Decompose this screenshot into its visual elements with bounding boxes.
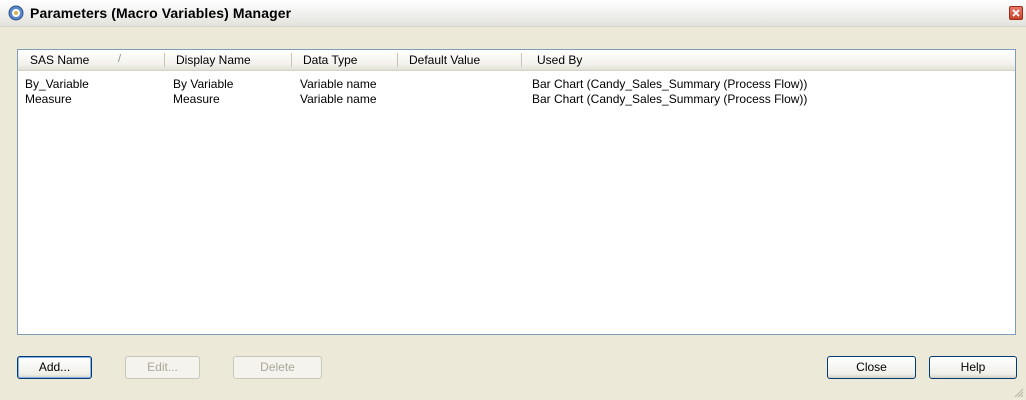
- cell-used-by: Bar Chart (Candy_Sales_Summary (Process …: [532, 77, 808, 91]
- column-header-used-by[interactable]: Used By: [537, 50, 582, 70]
- column-label-default-value: Default Value: [409, 53, 481, 67]
- column-label-data-type: Data Type: [303, 53, 358, 67]
- parameters-app-icon: [8, 5, 24, 21]
- close-button[interactable]: Close: [827, 356, 916, 379]
- column-header-display-name[interactable]: Display Name: [176, 50, 251, 70]
- add-button[interactable]: Add...: [17, 356, 92, 379]
- cell-data-type: Variable name: [300, 77, 377, 91]
- column-label-used-by: Used By: [537, 53, 583, 67]
- column-label-display-name: Display Name: [176, 53, 251, 67]
- cell-used-by: Bar Chart (Candy_Sales_Summary (Process …: [532, 92, 808, 106]
- help-button[interactable]: Help: [929, 356, 1017, 379]
- column-label-sas-name: SAS Name: [30, 53, 90, 67]
- column-header-sas-name[interactable]: SAS Name: [30, 50, 89, 70]
- cell-sas-name: By_Variable: [25, 77, 89, 91]
- column-divider[interactable]: [397, 53, 398, 67]
- resize-grip-icon[interactable]: [1012, 386, 1024, 398]
- sort-indicator-icon: /: [118, 53, 122, 65]
- column-header-data-type[interactable]: Data Type: [303, 50, 357, 70]
- column-divider[interactable]: [291, 53, 292, 67]
- column-header-default-value[interactable]: Default Value: [409, 50, 480, 70]
- cell-data-type: Variable name: [300, 92, 377, 106]
- delete-button[interactable]: Delete: [233, 356, 322, 379]
- table-row[interactable]: Measure Measure Variable name Bar Chart …: [18, 92, 1015, 107]
- close-window-icon[interactable]: [1009, 6, 1023, 20]
- column-divider[interactable]: [521, 53, 522, 67]
- window-title: Parameters (Macro Variables) Manager: [30, 5, 292, 21]
- cell-display-name: By Variable: [173, 77, 234, 91]
- edit-button[interactable]: Edit...: [125, 356, 200, 379]
- column-divider[interactable]: [164, 53, 165, 67]
- title-bar[interactable]: Parameters (Macro Variables) Manager: [0, 0, 1026, 27]
- table-row[interactable]: By_Variable By Variable Variable name Ba…: [18, 77, 1015, 92]
- cell-sas-name: Measure: [25, 92, 72, 106]
- parameters-list[interactable]: SAS Name / Display Name Data Type Defaul…: [17, 49, 1016, 335]
- list-header: SAS Name / Display Name Data Type Defaul…: [18, 50, 1015, 71]
- parameters-manager-window: Parameters (Macro Variables) Manager SAS…: [0, 0, 1026, 400]
- cell-display-name: Measure: [173, 92, 220, 106]
